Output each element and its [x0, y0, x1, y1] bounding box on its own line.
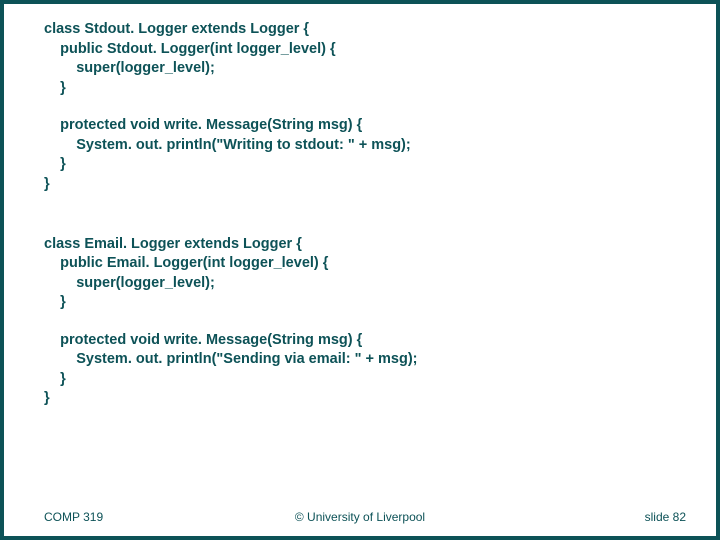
code-line: }: [44, 370, 716, 390]
copyright-text: © University of Liverpool: [4, 510, 716, 524]
code-line: class Stdout. Logger extends Logger {: [44, 20, 716, 40]
code-block: class Stdout. Logger extends Logger { pu…: [4, 4, 716, 409]
code-line: }: [44, 155, 716, 175]
code-line: protected void write. Message(String msg…: [44, 331, 716, 351]
slide-footer: COMP 319 © University of Liverpool slide…: [4, 510, 716, 524]
code-line: System. out. println("Sending via email:…: [44, 350, 716, 370]
code-line: }: [44, 175, 716, 195]
code-line: System. out. println("Writing to stdout:…: [44, 136, 716, 156]
code-line: class Email. Logger extends Logger {: [44, 235, 716, 255]
code-line: public Email. Logger(int logger_level) {: [44, 254, 716, 274]
code-line: super(logger_level);: [44, 59, 716, 79]
code-line: public Stdout. Logger(int logger_level) …: [44, 40, 716, 60]
code-line: }: [44, 79, 716, 99]
code-line: protected void write. Message(String msg…: [44, 116, 716, 136]
slide-number: slide 82: [645, 510, 686, 524]
code-line: }: [44, 389, 716, 409]
code-line: }: [44, 293, 716, 313]
code-line: super(logger_level);: [44, 274, 716, 294]
course-code: COMP 319: [44, 510, 103, 524]
